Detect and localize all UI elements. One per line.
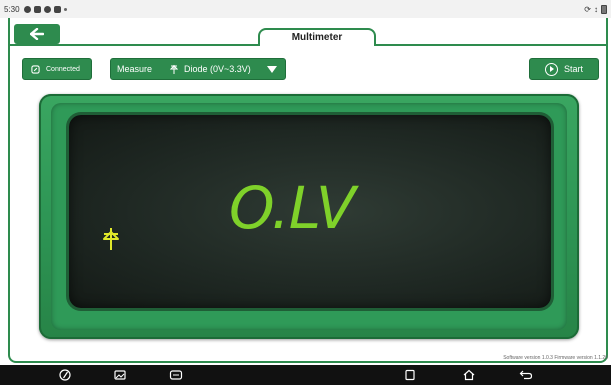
system-status-icons: ⟳ ↕ [584, 4, 607, 14]
status-time: 5:30 [4, 4, 20, 14]
home-icon[interactable] [462, 369, 476, 381]
vci-icon[interactable] [169, 369, 183, 381]
measure-mode-value: Diode (0V~3.3V) [184, 64, 251, 74]
start-button[interactable]: Start [529, 58, 599, 80]
compass-icon[interactable] [58, 369, 72, 381]
file-notification-icon [53, 5, 61, 13]
connection-status-label: Connected [46, 65, 80, 73]
back-icon[interactable] [519, 369, 533, 381]
diode-mode-icon [170, 64, 179, 74]
meter-reading: O.LV [229, 174, 356, 242]
link-icon [31, 64, 40, 74]
page-title: Multimeter [258, 28, 376, 46]
notification-icons [23, 5, 67, 13]
back-arrow-icon [30, 28, 44, 40]
sync-icon: ⟳ [584, 4, 591, 14]
navigation-bar [0, 365, 611, 385]
battery-icon [601, 4, 607, 14]
diode-icon [103, 228, 119, 250]
measure-label: Measure [117, 64, 153, 74]
version-info: Software version 1.0.3 Firmware version … [503, 355, 608, 361]
measure-mode-select[interactable]: Measure Diode (0V~3.3V) [110, 58, 286, 80]
back-button[interactable] [14, 24, 60, 44]
gallery-icon[interactable] [113, 369, 127, 381]
play-icon [544, 62, 558, 76]
record-notification-icon [43, 5, 51, 13]
chevron-down-icon [267, 65, 277, 73]
app-notification-icon [23, 5, 31, 13]
recent-apps-icon[interactable] [403, 369, 417, 381]
start-label: Start [563, 64, 583, 74]
signal-icon: ↕ [594, 4, 598, 14]
status-bar: 5:30 ⟳ ↕ [0, 0, 611, 18]
more-notifications-icon [63, 7, 67, 11]
gallery-notification-icon [33, 5, 41, 13]
connection-status-button[interactable]: Connected [22, 58, 92, 80]
